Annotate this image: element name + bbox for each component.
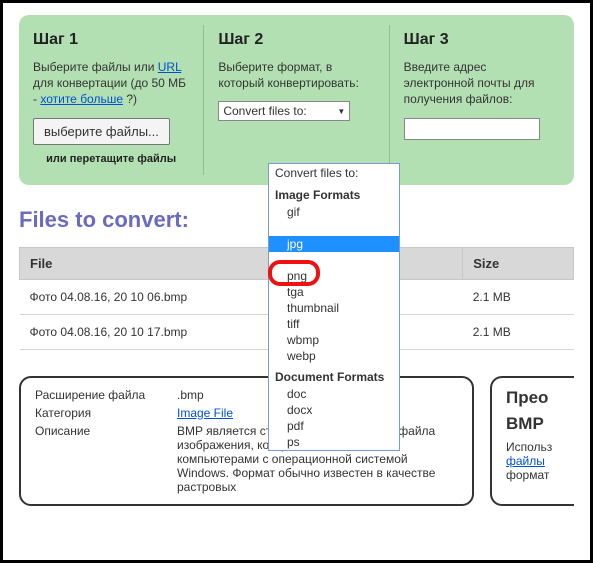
step-3-desc: Введите адрес электронной почты для полу… <box>404 59 560 108</box>
category-link[interactable]: Image File <box>177 406 233 420</box>
ext-label: Расширение файла <box>35 388 165 402</box>
dropdown-item[interactable]: wbmp <box>269 332 399 348</box>
dropdown-group-image: Image Formats <box>269 182 399 204</box>
url-link[interactable]: URL <box>158 60 182 74</box>
dropdown-group-document: Document Formats <box>269 364 399 386</box>
step-1-desc: Выберите файлы или URL для конвертации (… <box>33 59 189 108</box>
dropdown-item[interactable]: png <box>269 268 399 284</box>
dropdown-item[interactable]: tiff <box>269 316 399 332</box>
step-1: Шаг 1 Выберите файлы или URL для конверт… <box>19 25 204 175</box>
col-size: Size <box>463 247 574 279</box>
dropdown-item-selected[interactable]: jpg <box>269 236 399 252</box>
step-2-desc: Выберите формат, в который конвертироват… <box>218 59 374 91</box>
step-3: Шаг 3 Введите адрес электронной почты дл… <box>390 25 574 175</box>
dropdown-item[interactable]: ps <box>269 434 399 450</box>
right-info-box: Прео BMP Использ файлы формат <box>490 376 574 506</box>
dropdown-item[interactable]: webp <box>269 348 399 364</box>
format-select[interactable]: Convert files to: <box>218 101 350 121</box>
dropdown-item[interactable]: gif <box>269 204 399 220</box>
email-field[interactable] <box>404 118 540 140</box>
dropdown-header: Convert files to: <box>269 164 399 182</box>
right-link[interactable]: файлы <box>506 454 545 468</box>
dropdown-item[interactable]: docx <box>269 402 399 418</box>
step-1-title: Шаг 1 <box>33 31 189 49</box>
dropdown-item[interactable]: thumbnail <box>269 300 399 316</box>
format-dropdown[interactable]: Convert files to: Image Formats gif jpg … <box>268 163 400 451</box>
want-more-link[interactable]: хотите больше <box>40 92 123 106</box>
dropdown-item[interactable]: tga <box>269 284 399 300</box>
step-3-title: Шаг 3 <box>404 31 560 49</box>
dropdown-item[interactable]: doc <box>269 386 399 402</box>
steps-container: Шаг 1 Выберите файлы или URL для конверт… <box>19 15 574 185</box>
choose-files-button[interactable]: выберите файлы... <box>33 118 170 145</box>
dropdown-item[interactable] <box>269 252 399 268</box>
drag-hint: или перетащите файлы <box>33 153 189 165</box>
dropdown-item[interactable]: pdf <box>269 418 399 434</box>
dropdown-item[interactable] <box>269 220 399 236</box>
step-2-title: Шаг 2 <box>218 31 374 49</box>
desc-label: Описание <box>35 424 165 494</box>
ext-value: .bmp <box>177 388 204 402</box>
step-2: Шаг 2 Выберите формат, в который конверт… <box>204 25 389 175</box>
file-info-box: Расширение файла .bmp Категория Image Fi… <box>19 376 474 506</box>
cat-label: Категория <box>35 406 165 420</box>
